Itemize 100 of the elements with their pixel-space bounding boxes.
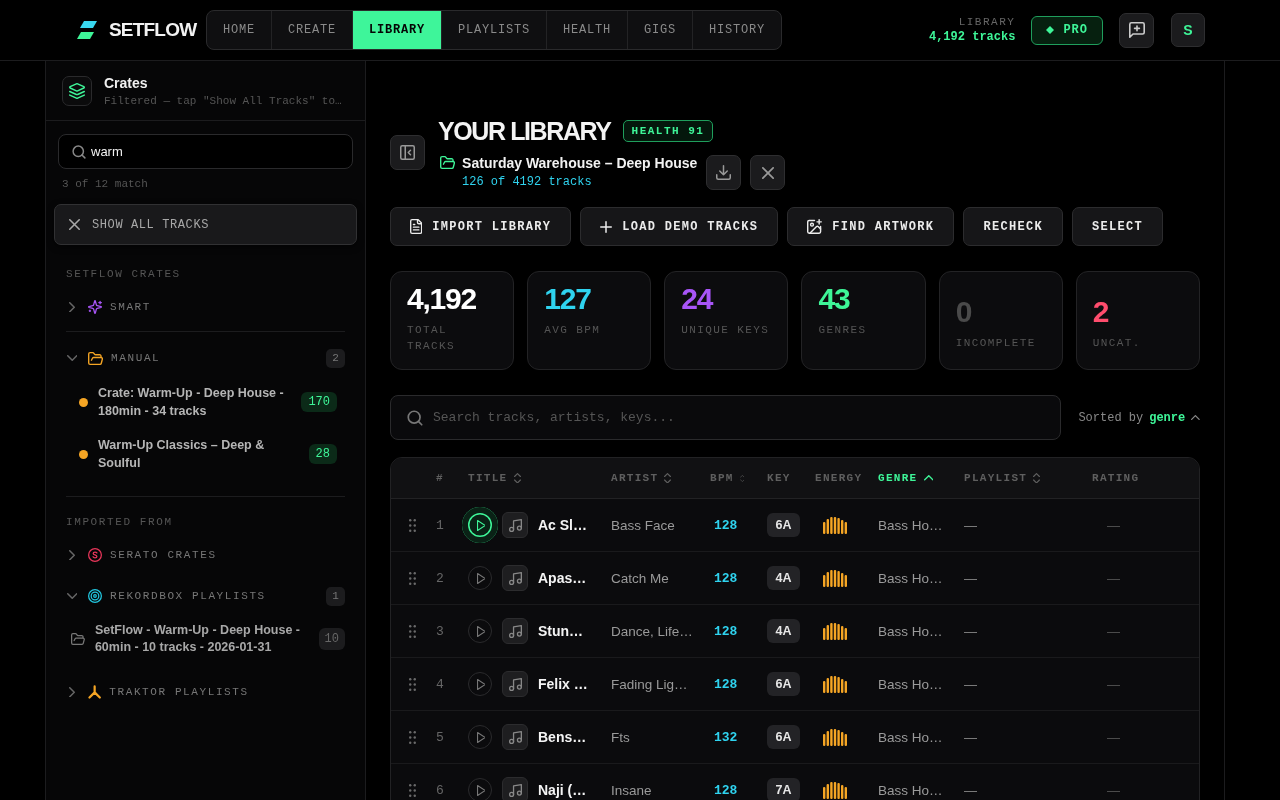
chevron-down-icon[interactable] <box>66 355 78 361</box>
rating-value: — <box>1106 570 1121 586</box>
sort-icon <box>1033 472 1041 484</box>
document-icon <box>410 219 423 234</box>
stat-value: 24 <box>681 284 714 314</box>
crate-group-label[interactable]: SMART <box>110 301 345 313</box>
crate-group-label[interactable]: TRAKTOR PLAYLISTS <box>109 686 345 698</box>
app-name: SETFLOW <box>109 19 197 41</box>
key-badge: 6A <box>767 725 800 749</box>
energy-bars-icon <box>823 569 847 587</box>
crate-name[interactable]: Crate: Warm-Up - Deep House - 180min - 34 tracks <box>98 384 292 420</box>
show-all-tracks-button[interactable]: SHOW ALL TRACKS <box>54 204 357 245</box>
add-message-button[interactable] <box>1119 12 1154 48</box>
playlist-value: — <box>964 623 978 639</box>
artist-name: Bass Face <box>611 517 676 533</box>
stat-value: 127 <box>544 284 592 314</box>
playlist-title: Saturday Warehouse – Deep House <box>462 153 698 172</box>
stat-value: 4,192 <box>407 284 478 314</box>
sort-icon <box>513 472 521 484</box>
play-icon <box>476 731 486 743</box>
nav-tab[interactable]: HEALTH <box>547 11 629 49</box>
logo-icon <box>77 21 97 39</box>
column-header: # <box>435 472 445 484</box>
nav-tab[interactable]: LIBRARY <box>353 11 443 49</box>
close-icon <box>761 166 774 179</box>
nav-tab[interactable]: GIGS <box>628 11 694 49</box>
genre-name: Bass Ho… <box>878 676 944 692</box>
track-title[interactable]: Felix … <box>538 676 588 692</box>
plus-icon <box>600 220 613 233</box>
folder-icon <box>440 156 456 169</box>
match-count: 3 of 12 match <box>62 177 149 191</box>
music-note-icon <box>502 724 528 750</box>
playlist-name[interactable]: SetFlow - Warm-Up - Deep House - 60min - 10 tracks - 2026-01-31 <box>94 622 309 656</box>
track-search-field[interactable]: Search tracks, artists, keys... <box>390 395 1062 440</box>
collapse-sidebar-button[interactable] <box>390 135 425 170</box>
drag-handle-icon[interactable] <box>408 677 416 691</box>
count-badge: 28 <box>308 444 337 464</box>
nav-tab[interactable]: PLAYLISTS <box>442 11 548 49</box>
music-note-icon <box>502 618 528 644</box>
rating-value: — <box>1106 676 1121 692</box>
layers-icon <box>62 75 92 106</box>
stat-label: GENRES <box>818 323 868 338</box>
drag-handle-icon[interactable] <box>408 624 416 638</box>
chevron-up-icon <box>1191 415 1200 420</box>
genre-name: Bass Ho… <box>878 782 944 798</box>
chevron-right-icon[interactable] <box>69 686 75 698</box>
sort-button[interactable]: Sorted by genre <box>1078 410 1200 425</box>
track-title[interactable]: Bens… <box>538 729 587 745</box>
column-header[interactable]: GENRE <box>878 472 964 484</box>
track-title[interactable]: Naji (… <box>538 782 587 798</box>
crate-name[interactable]: Warm-Up Classics – Deep & Soulful <box>98 436 299 472</box>
genre-name: Bass Ho… <box>878 570 944 586</box>
energy-bars-icon <box>823 675 847 693</box>
action-button[interactable]: IMPORT LIBRARY <box>390 207 572 246</box>
nav-tab[interactable]: HISTORY <box>693 11 782 49</box>
close-playlist-button[interactable] <box>750 155 786 190</box>
crate-group-label[interactable]: SERATO CRATES <box>110 549 345 561</box>
column-header: ENERGY <box>815 472 864 484</box>
sparkle-icon <box>88 300 102 314</box>
sort-icon <box>739 474 745 482</box>
key-badge: 4A <box>767 619 800 643</box>
drag-handle-icon[interactable] <box>408 571 416 585</box>
bpm-value: 128 <box>713 623 739 639</box>
chevron-right-icon[interactable] <box>69 301 75 313</box>
download-button[interactable] <box>706 155 742 190</box>
playlist-value: — <box>964 729 978 745</box>
play-button[interactable] <box>462 507 498 543</box>
action-button[interactable]: RECHECK <box>963 207 1063 246</box>
chevron-right-icon[interactable] <box>69 549 75 561</box>
folder-icon <box>71 633 85 645</box>
panel-left-icon <box>400 145 415 160</box>
search-icon <box>407 409 423 426</box>
crate-group-label[interactable]: REKORDBOX PLAYLISTS <box>110 590 326 602</box>
crate-search-field[interactable]: warm <box>58 134 353 169</box>
action-button[interactable]: LOAD DEMO TRACKS <box>580 207 779 246</box>
track-number: 3 <box>435 623 445 639</box>
stat-value: 2 <box>1092 296 1110 327</box>
stat-label: UNIQUE KEYS <box>681 323 771 338</box>
nav-tab[interactable]: HOME <box>207 11 272 49</box>
pro-button[interactable]: PRO <box>1031 15 1103 45</box>
download-icon <box>716 165 732 180</box>
column-header: KEY <box>767 472 792 484</box>
track-title[interactable]: Stun… <box>538 623 584 639</box>
playlist-value: — <box>964 782 978 798</box>
drag-handle-icon[interactable] <box>408 783 416 797</box>
chevron-down-icon[interactable] <box>66 593 78 599</box>
action-button[interactable]: FIND ARTWORK <box>787 207 955 246</box>
library-label: LIBRARY <box>958 15 1016 30</box>
section-heading: SETFLOW CRATES <box>66 267 182 281</box>
play-icon <box>476 678 486 690</box>
track-title[interactable]: Ac Sl… <box>538 517 587 533</box>
crate-group-label[interactable]: MANUAL <box>111 352 326 364</box>
play-icon <box>476 519 486 531</box>
message-plus-icon <box>1128 22 1145 38</box>
drag-handle-icon[interactable] <box>408 518 416 532</box>
drag-handle-icon[interactable] <box>408 730 416 744</box>
bpm-value: 128 <box>713 676 739 692</box>
action-button[interactable]: SELECT <box>1071 207 1163 246</box>
track-title[interactable]: Apas… <box>538 570 587 586</box>
avatar-button[interactable]: S <box>1171 13 1205 47</box>
